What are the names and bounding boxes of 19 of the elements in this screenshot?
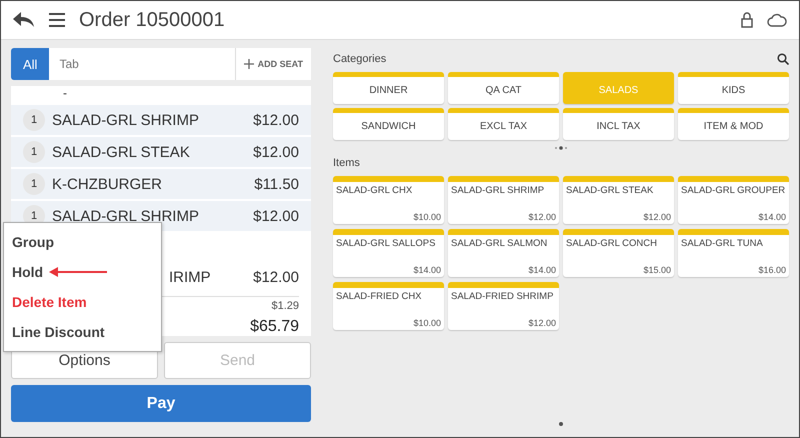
section-title: Items [333,157,360,169]
order-line-price: $11.50 [254,176,299,193]
order-line-price: $12.00 [253,208,299,225]
order-line-name: SALAD-GRL STEAK [52,144,191,161]
quantity-badge: 1 [23,173,45,196]
quantity-badge: 1 [23,109,45,132]
order-line-name: - [63,86,67,100]
section-title: Categories [333,53,386,65]
order-title: Order 10500001 [79,8,226,32]
quantity-badge: 1 [23,141,45,164]
order-line-price: $12.00 [253,144,299,161]
order-line-name: K-CHZBURGER [52,176,164,193]
order-line-price: $12.00 [253,112,299,129]
order-line-name: IRIMP [169,268,212,286]
order-line-name: SALAD-GRL SHRIMP [52,112,200,129]
tax-amount: $1.29 [271,299,299,312]
order-line-price: $12.00 [253,268,299,286]
total-amount: $65.79 [250,317,299,336]
order-line-name: SALAD-GRL SHRIMP [52,208,200,225]
